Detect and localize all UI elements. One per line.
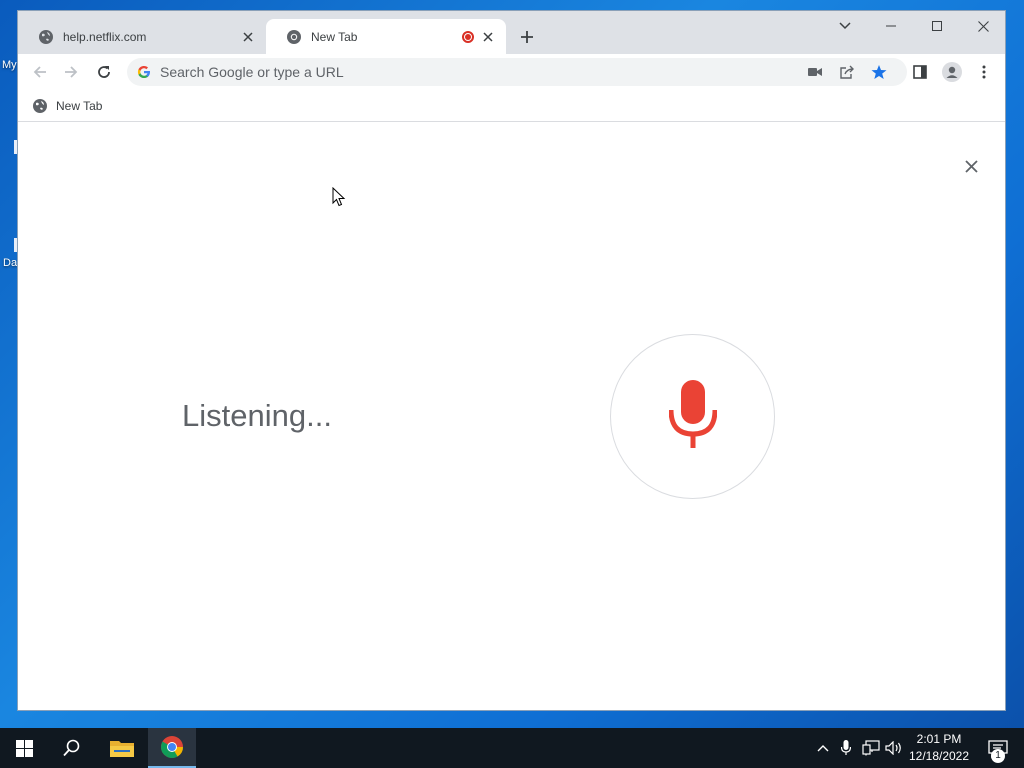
close-window-button[interactable] [960,11,1006,41]
profile-avatar-icon[interactable] [940,60,964,84]
desktop-icon-label-mycomputer[interactable]: My [2,59,17,71]
chevron-up-icon[interactable] [813,738,833,758]
address-input[interactable] [160,64,760,80]
bookmarks-bar: New Tab [18,90,1005,122]
google-icon [137,65,151,79]
close-tab-icon[interactable] [240,29,256,45]
bookmark-item-new-tab[interactable]: New Tab [32,96,102,116]
volume-icon[interactable] [884,738,904,758]
reload-button[interactable] [92,60,116,84]
taskbar: 2:01 PM 12/18/2022 [0,728,1024,768]
desktop-icon-label-data[interactable]: Da [3,257,17,269]
notification-count-badge: 1 [991,749,1005,763]
chrome-icon [286,29,302,45]
browser-window: help.netflix.com New Tab Search Google o… [17,10,1006,711]
tab-search-button[interactable] [822,11,868,41]
tab-new-tab[interactable]: New Tab [266,19,506,54]
chrome-taskbar-icon[interactable] [148,728,196,768]
microphone-tray-icon[interactable] [836,738,856,758]
close-tab-icon[interactable] [480,29,496,45]
forward-button[interactable] [59,60,83,84]
recording-indicator-icon [462,31,474,43]
voice-search-overlay: Listening... [18,122,1005,710]
menu-kebab-icon[interactable] [972,60,996,84]
network-icon[interactable] [861,738,881,758]
file-explorer-icon[interactable] [98,728,146,768]
tab-strip: help.netflix.com New Tab [18,11,1005,54]
start-button[interactable] [0,728,48,768]
clock-time: 2:01 PM [916,732,962,746]
share-icon[interactable] [836,61,858,83]
bookmark-star-icon[interactable] [868,61,890,83]
back-button[interactable] [28,60,52,84]
tab-title: New Tab [311,29,358,44]
side-panel-button[interactable] [908,60,932,84]
clock-date: 12/18/2022 [908,749,970,763]
mouse-cursor-icon [332,186,346,207]
maximize-button[interactable] [914,11,960,41]
bookmark-label: New Tab [56,99,103,113]
tab-title: help.netflix.com [63,29,147,44]
taskbar-clock[interactable]: 2:01 PM 12/18/2022 [906,731,972,765]
listening-status-text: Listening... [182,398,332,433]
minimize-button[interactable] [868,11,914,41]
browser-toolbar [18,54,1005,90]
close-voice-search-icon[interactable] [961,156,981,176]
tab-help-netflix[interactable]: help.netflix.com [18,19,266,54]
new-tab-button[interactable] [516,26,538,48]
microphone-icon [668,380,717,453]
mic-button[interactable] [610,334,775,499]
search-icon[interactable] [48,728,96,768]
globe-icon [32,98,48,114]
camera-icon[interactable] [804,61,826,83]
globe-icon [38,29,54,45]
omnibox[interactable] [127,58,907,86]
